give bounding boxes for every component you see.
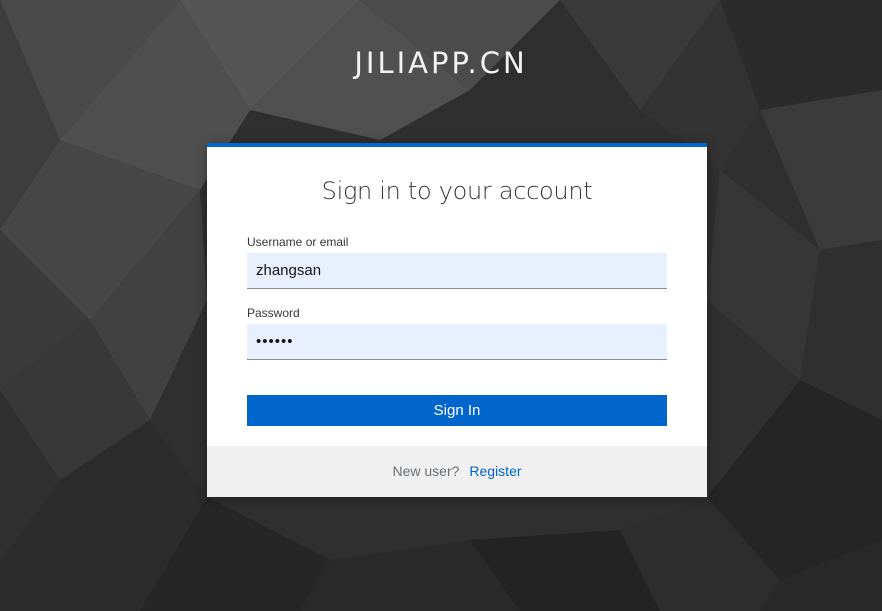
brand-title: JILIAPP.CN [354, 46, 528, 80]
password-label: Password [247, 306, 300, 320]
sign-in-button[interactable]: Sign In [247, 395, 667, 426]
login-heading: Sign in to your account [321, 177, 593, 205]
register-footer: New user? Register [207, 446, 707, 497]
username-input[interactable] [247, 253, 667, 289]
login-card: Sign in to your account Username or emai… [207, 143, 707, 497]
new-user-text: New user? [392, 463, 460, 479]
username-label: Username or email [247, 235, 349, 249]
register-link[interactable]: Register [469, 463, 521, 479]
password-input[interactable]: •••••• [247, 324, 667, 360]
